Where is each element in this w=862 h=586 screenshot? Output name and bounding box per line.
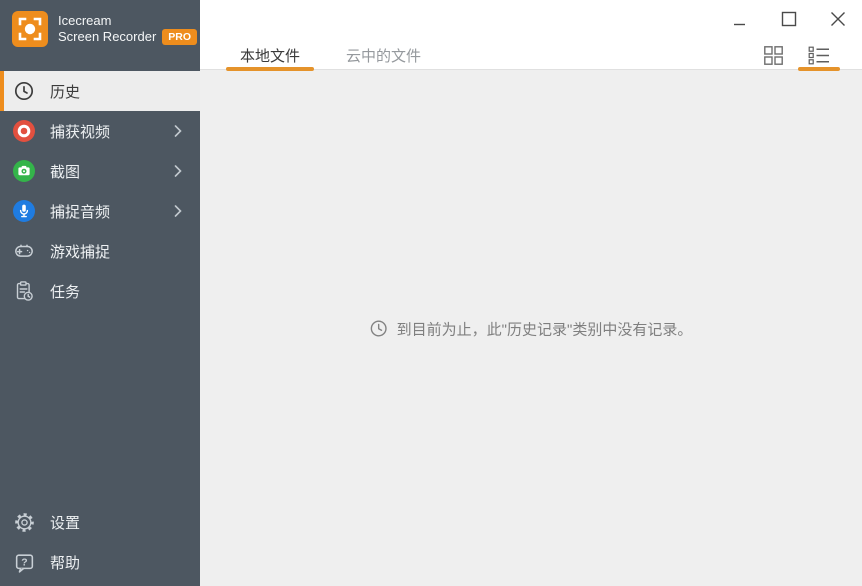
record-icon [12,119,36,143]
sidebar-item-capture-video[interactable]: 捕获视频 [0,111,200,151]
header: 本地文件 云中的文件 [200,0,862,71]
sidebar-bottom-menu: 设置 ? 帮助 [0,502,200,582]
grid-view-button[interactable] [752,40,794,70]
chevron-right-icon [174,205,182,217]
sidebar-item-label: 捕获视频 [50,123,111,141]
gamepad-icon [12,239,36,263]
sidebar-item-label: 帮助 [50,554,81,572]
clock-icon [370,320,387,337]
sidebar-item-label: 设置 [50,514,81,532]
tab-cloud-files[interactable]: 云中的文件 [332,40,435,70]
sidebar-item-label: 捕捉音频 [50,203,111,221]
sidebar-item-screenshot[interactable]: 截图 [0,151,200,191]
tasks-icon [12,279,36,303]
tab-local-files[interactable]: 本地文件 [226,40,315,71]
sidebar-item-tasks[interactable]: 任务 [0,271,200,311]
list-view-icon [808,46,829,64]
camera-icon [12,159,36,183]
grid-view-icon [763,45,783,65]
help-icon: ? [12,550,36,574]
window-controls [726,6,852,32]
viewfinder-icon [18,17,42,41]
chevron-right-icon [174,165,182,177]
app-logo-icon [12,11,48,47]
app-window: Icecream Screen Recorder PRO 历史 捕获视频 截图 … [0,0,862,586]
sidebar-item-capture-audio[interactable]: 捕捉音频 [0,191,200,231]
file-tabs: 本地文件 云中的文件 [226,40,435,71]
maximize-button[interactable] [775,6,803,32]
app-title: Icecream Screen Recorder PRO [58,11,198,45]
content-area: 到目前为止，此"历史记录"类别中没有记录。 [200,71,862,586]
sidebar-item-label: 历史 [50,83,81,101]
clock-icon [12,79,36,103]
close-button[interactable] [824,6,852,32]
app-name-line1: Icecream [58,13,112,28]
microphone-icon [12,199,36,223]
app-name-line2: Screen Recorder [58,29,157,44]
app-logo-row: Icecream Screen Recorder PRO [0,0,200,71]
sidebar-item-help[interactable]: ? 帮助 [0,542,200,582]
sidebar-item-settings[interactable]: 设置 [0,502,200,542]
view-toggle [752,40,840,71]
minimize-button[interactable] [726,6,754,32]
sidebar-item-history[interactable]: 历史 [0,71,200,111]
chevron-right-icon [174,125,182,137]
svg-text:?: ? [21,557,27,568]
sidebar-item-label: 截图 [50,163,81,181]
empty-state-message: 到目前为止，此"历史记录"类别中没有记录。 [396,321,693,338]
list-view-button[interactable] [798,40,840,71]
pro-badge: PRO [162,29,198,45]
sidebar: Icecream Screen Recorder PRO 历史 捕获视频 截图 … [0,0,200,586]
empty-state: 到目前为止，此"历史记录"类别中没有记录。 [370,318,693,339]
sidebar-menu: 历史 捕获视频 截图 捕捉音频 游戏捕捉 任务 [0,71,200,311]
sidebar-item-label: 游戏捕捉 [50,243,111,261]
sidebar-item-label: 任务 [50,283,81,301]
sidebar-item-game-capture[interactable]: 游戏捕捉 [0,231,200,271]
gear-icon [12,510,36,534]
